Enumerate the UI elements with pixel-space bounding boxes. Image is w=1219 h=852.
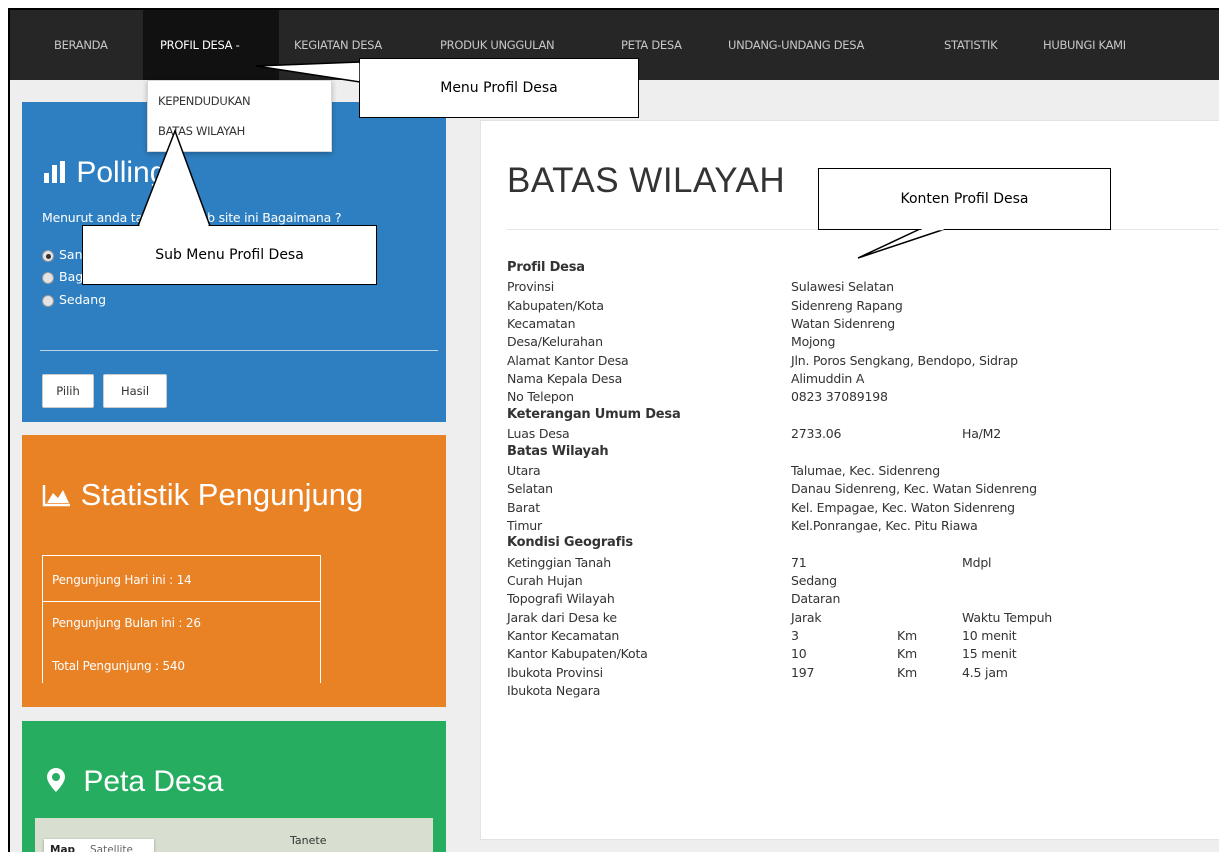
profile-label: Desa/Kelurahan <box>507 334 603 350</box>
profile-value: Dataran <box>791 591 841 607</box>
polling-question: Menurut anda tampilan Web site ini Bagai… <box>42 210 342 225</box>
profile-unit: Km <box>897 628 917 643</box>
submenu-callout: Sub Menu Profil Desa <box>82 225 377 285</box>
profile-value: Watan Sidenreng <box>791 316 896 332</box>
statistik-title: Statistik Pengunjung <box>42 477 363 513</box>
profile-label: Jarak dari Desa ke <box>507 609 617 625</box>
nav-profil-desa[interactable]: PROFIL DESA - <box>160 38 240 52</box>
profile-unit: Km <box>897 646 917 662</box>
profile-label: Alamat Kantor Desa <box>507 352 629 368</box>
profile-value: Danau Sidenreng, Kec. Watan Sidenreng <box>791 481 1037 497</box>
profile-value: Jarak <box>791 609 822 625</box>
profile-label: Kecamatan <box>507 316 576 332</box>
peta-title: Peta Desa <box>47 765 223 799</box>
browser-frame: BERANDA PROFIL DESA - KEGIATAN DESA PROD… <box>8 8 1219 852</box>
nav-undang-undang-desa[interactable]: UNDANG-UNDANG DESA <box>728 38 864 52</box>
profile-value: 197 <box>791 664 815 680</box>
statistik-list: Pengunjung Hari ini : 14 Pengunjung Bula… <box>42 555 321 683</box>
section-heading: Kondisi Geografis <box>507 535 633 551</box>
profile-label: No Telepon <box>507 389 574 405</box>
dropdown-item-kependudukan[interactable]: KEPENDUDUKAN <box>158 94 251 108</box>
profile-label: Barat <box>507 499 540 515</box>
profile-label: Ibukota Provinsi <box>507 664 603 680</box>
nav-statistik[interactable]: STATISTIK <box>944 38 998 52</box>
profile-value: Alimuddin A <box>791 371 865 387</box>
map-type-control: Map Satellite <box>44 839 154 852</box>
profile-value: 3 <box>791 628 799 643</box>
statistik-title-text: Statistik Pengunjung <box>80 477 364 512</box>
nav-peta-desa[interactable]: PETA DESA <box>621 38 682 52</box>
profile-label: Utara <box>507 462 541 478</box>
profile-label: Provinsi <box>507 279 555 295</box>
poll-radio-option-3[interactable] <box>42 295 54 307</box>
profil-desa-dropdown: KEPENDUDUKAN BATAS WILAYAH <box>147 80 332 152</box>
poll-option-3-label: Sedang <box>59 292 107 307</box>
page-title: BATAS WILAYAH <box>507 161 786 200</box>
profile-label: Luas Desa <box>507 426 570 442</box>
hasil-button[interactable]: Hasil <box>103 374 167 408</box>
profile-value: Talumae, Kec. Sidenreng <box>791 462 940 478</box>
profile-value: Sulawesi Selatan <box>791 279 894 295</box>
profile-label: Nama Kepala Desa <box>507 371 623 387</box>
section-heading: Batas Wilayah <box>507 443 609 459</box>
profile-value: 2733.06 <box>791 426 842 442</box>
stat-bulan-ini: Pengunjung Bulan ini : 26 <box>52 616 201 630</box>
profile-label: Ketinggian Tanah <box>507 554 611 570</box>
profile-extra: 4.5 jam <box>962 664 1008 680</box>
map-widget[interactable]: Map Satellite Tanete <box>35 818 433 852</box>
pilih-button[interactable]: Pilih <box>42 374 94 408</box>
profile-value: 0823 37089198 <box>791 389 888 405</box>
profile-label: Kabupaten/Kota <box>507 297 604 313</box>
profile-label: Ibukota Negara <box>507 683 601 699</box>
nav-produk-unggulan[interactable]: PRODUK UNGGULAN <box>440 38 555 52</box>
profile-extra: Waktu Tempuh <box>962 609 1053 625</box>
stat-total: Total Pengunjung : 540 <box>52 659 185 673</box>
profile-extra: Ha/M2 <box>962 426 1002 442</box>
polling-title: Polling <box>44 156 166 190</box>
profile-label: Kantor Kabupaten/Kota <box>507 646 648 662</box>
profile-label: Curah Hujan <box>507 572 583 588</box>
nav-kegiatan-desa[interactable]: KEGIATAN DESA <box>294 38 382 52</box>
profile-extra: Mdpl <box>962 554 992 570</box>
profile-value: Sidenreng Rapang <box>791 297 903 313</box>
polling-title-text: Polling <box>76 156 167 189</box>
profile-value: Kel. Empagae, Kec. Waton Sidenreng <box>791 499 1015 515</box>
profile-label: Selatan <box>507 481 553 497</box>
peta-title-text: Peta Desa <box>83 765 224 798</box>
profile-unit: Km <box>897 664 917 680</box>
profile-value: 71 <box>791 554 807 570</box>
poll-radio-option-2[interactable] <box>42 272 54 284</box>
nav-beranda[interactable]: BERANDA <box>54 38 108 52</box>
profile-value: Kel.Ponrangae, Kec. Pitu Riawa <box>791 517 978 533</box>
map-town-label: Tanete <box>290 834 327 847</box>
profile-value: Sedang <box>791 572 837 588</box>
profile-extra: 15 menit <box>962 646 1017 662</box>
stat-hari-ini: Pengunjung Hari ini : 14 <box>52 573 192 587</box>
profile-label: Timur <box>507 517 542 533</box>
nav-hubungi-kami[interactable]: HUBUNGI KAMI <box>1043 38 1126 52</box>
poll-radio-option-1[interactable] <box>42 250 54 262</box>
polling-divider <box>40 350 438 351</box>
profile-extra: 10 menit <box>962 628 1017 643</box>
section-heading: Keterangan Umum Desa <box>507 406 681 422</box>
bar-chart-icon <box>44 161 65 183</box>
profile-label: Topografi Wilayah <box>507 591 615 607</box>
profile-value: Mojong <box>791 334 836 350</box>
profile-value: 10 <box>791 646 807 662</box>
section-heading: Profil Desa <box>507 260 585 275</box>
profile-label: Kantor Kecamatan <box>507 628 620 643</box>
area-chart-icon <box>42 485 70 507</box>
map-button[interactable]: Map <box>50 844 75 852</box>
menu-callout: Menu Profil Desa <box>359 58 639 118</box>
dropdown-item-batas-wilayah[interactable]: BATAS WILAYAH <box>158 124 245 138</box>
konten-callout: Konten Profil Desa <box>818 168 1111 230</box>
stat-divider <box>43 601 320 602</box>
statistik-panel: Statistik Pengunjung Pengunjung Hari ini… <box>22 435 446 707</box>
profile-value: Jln. Poros Sengkang, Bendopo, Sidrap <box>791 352 1018 368</box>
peta-panel: Peta Desa Map Satellite Tanete <box>22 721 446 852</box>
map-marker-icon <box>47 768 65 792</box>
satellite-button[interactable]: Satellite <box>90 844 133 852</box>
